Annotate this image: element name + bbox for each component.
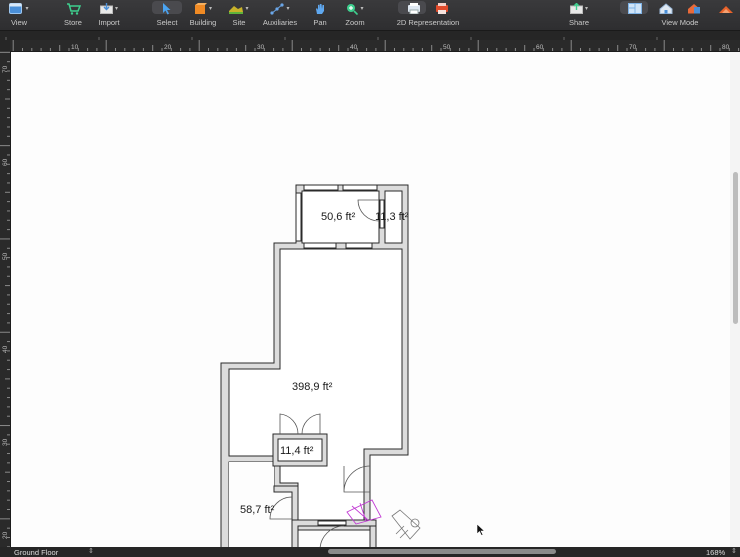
floor-stepper-icon[interactable]: ⇕ xyxy=(88,547,94,555)
floorplan-drawing: 50,6 ft² 11,3 ft² 398,9 ft² 11,4 ft² 58,… xyxy=(220,184,486,547)
toolbar-2d-representation-label: 2D Representation xyxy=(396,18,460,27)
room-area-label: 58,7 ft² xyxy=(240,504,275,516)
main-toolbar: ▾ View Store ▾ Import Select ▾ Building … xyxy=(0,0,740,31)
cart-icon xyxy=(66,2,81,15)
building-block-icon xyxy=(194,2,207,14)
floorplan-canvas[interactable]: 50,6 ft² 11,3 ft² 398,9 ft² 11,4 ft² 58,… xyxy=(11,52,730,547)
vruler-label-60: 60 xyxy=(2,158,9,166)
printer-red-icon xyxy=(436,3,448,14)
toolbar-zoom-button[interactable]: ▾ Zoom xyxy=(342,1,368,29)
toolbar-store-label: Store xyxy=(64,18,82,27)
room-area-label: 398,9 ft² xyxy=(292,381,333,393)
room-area-label: 50,6 ft² xyxy=(321,211,356,223)
cursor-arrow-icon xyxy=(163,2,171,14)
hruler-label-60: 60 xyxy=(536,44,544,51)
vruler-label-30: 30 xyxy=(2,438,9,446)
hruler-label-50: 50 xyxy=(443,44,451,51)
toolbar-pan-label: Pan xyxy=(313,18,327,27)
chevron-down-icon: ▾ xyxy=(584,6,588,12)
house-split-icon xyxy=(688,4,700,14)
plan-printer-icon xyxy=(408,3,420,14)
furniture-symbol xyxy=(391,509,421,540)
toolbar-view-label: View xyxy=(10,18,28,27)
hruler-label-20: 20 xyxy=(164,44,172,51)
chevron-down-icon: ▾ xyxy=(245,6,249,12)
toolbar-share-label: Share xyxy=(568,18,589,27)
toolbar-building-button[interactable]: ▾ Building xyxy=(188,1,218,29)
hruler-label-80: 80 xyxy=(722,44,730,51)
toolbar-zoom-label: Zoom xyxy=(345,18,365,27)
toolbar-select-button[interactable]: Select xyxy=(152,1,182,29)
viewmode-plan-button[interactable] xyxy=(622,1,648,29)
share-icon xyxy=(569,3,583,14)
toolbar-roof-button[interactable] xyxy=(716,1,736,29)
toolbar-share-button[interactable]: ▾ Share xyxy=(564,1,594,29)
hruler-label-30: 30 xyxy=(257,44,265,51)
vruler-label-20: 20 xyxy=(2,531,9,539)
zoom-level[interactable]: 168% xyxy=(706,548,725,557)
toolbar-site-button[interactable]: ▾ Site xyxy=(226,1,252,29)
horizontal-ruler-svg: 10 20 30 40 50 60 70 80 xyxy=(12,40,740,51)
room-area-label: 11,4 ft² xyxy=(280,445,314,457)
hand-icon xyxy=(316,3,324,14)
toolbar-pan-button[interactable]: Pan xyxy=(308,1,332,29)
chevron-down-icon: ▾ xyxy=(360,6,364,12)
hruler-label-10: 10 xyxy=(71,44,79,51)
horizontal-scrollbar-thumb[interactable] xyxy=(328,549,556,554)
roof-icon xyxy=(719,5,733,13)
toolbar-viewmode-label: View Mode xyxy=(661,18,699,27)
chevron-down-icon: ▾ xyxy=(286,6,290,12)
mouse-cursor-icon xyxy=(476,523,486,536)
floor-name: Ground Floor xyxy=(14,548,59,557)
toolbar-select-label: Select xyxy=(156,18,178,27)
vruler-label-40: 40 xyxy=(2,345,9,353)
chevron-down-icon: ▾ xyxy=(114,6,118,12)
wall-outline xyxy=(220,184,409,547)
import-tray-icon xyxy=(99,3,113,14)
vertical-ruler[interactable]: 70 60 50 40 30 20 xyxy=(0,51,11,547)
horizontal-ruler[interactable]: 10 20 30 40 50 60 70 80 xyxy=(10,40,740,52)
house-3d-icon xyxy=(659,3,673,14)
vertical-scrollbar-thumb[interactable] xyxy=(733,172,738,324)
floor-selector[interactable]: Ground Floor xyxy=(14,548,58,557)
zoom-magnifier-icon xyxy=(347,3,359,15)
terrain-icon xyxy=(229,5,244,14)
vruler-label-50: 50 xyxy=(2,252,9,260)
chevron-down-icon: ▾ xyxy=(25,6,29,12)
toolbar-view-button[interactable]: ▾ View xyxy=(4,1,34,29)
toolbar-auxiliaries-label: Auxiliaries xyxy=(262,18,298,27)
zoom-stepper-icon[interactable]: ⇕ xyxy=(731,547,737,555)
hruler-label-70: 70 xyxy=(629,44,637,51)
vertical-ruler-svg: 70 60 50 40 30 20 xyxy=(0,51,10,547)
toolbar-import-label: Import xyxy=(98,18,120,27)
ruler-top-strip xyxy=(0,31,740,44)
ruler-corner xyxy=(0,40,10,51)
room-area-label: 11,3 ft² xyxy=(375,211,409,223)
toolbar-site-label: Site xyxy=(232,18,246,27)
toolbar-auxiliaries-button[interactable]: ▾ Auxiliaries xyxy=(262,1,298,29)
hruler-label-40: 40 xyxy=(350,44,358,51)
view-window-icon xyxy=(9,3,23,14)
toolbar-2d-representation-button[interactable]: 2D Representation xyxy=(396,1,460,29)
toolbar-building-label: Building xyxy=(189,18,217,27)
guides-icon xyxy=(270,2,285,15)
chevron-down-icon: ▾ xyxy=(208,6,212,12)
toolbar-viewmode-button[interactable]: View Mode xyxy=(654,1,706,29)
vruler-label-70: 70 xyxy=(2,65,9,73)
floorplan-view-icon xyxy=(628,3,642,14)
toolbar-import-button[interactable]: ▾ Import xyxy=(92,1,126,29)
toolbar-store-button[interactable]: Store xyxy=(58,1,88,29)
